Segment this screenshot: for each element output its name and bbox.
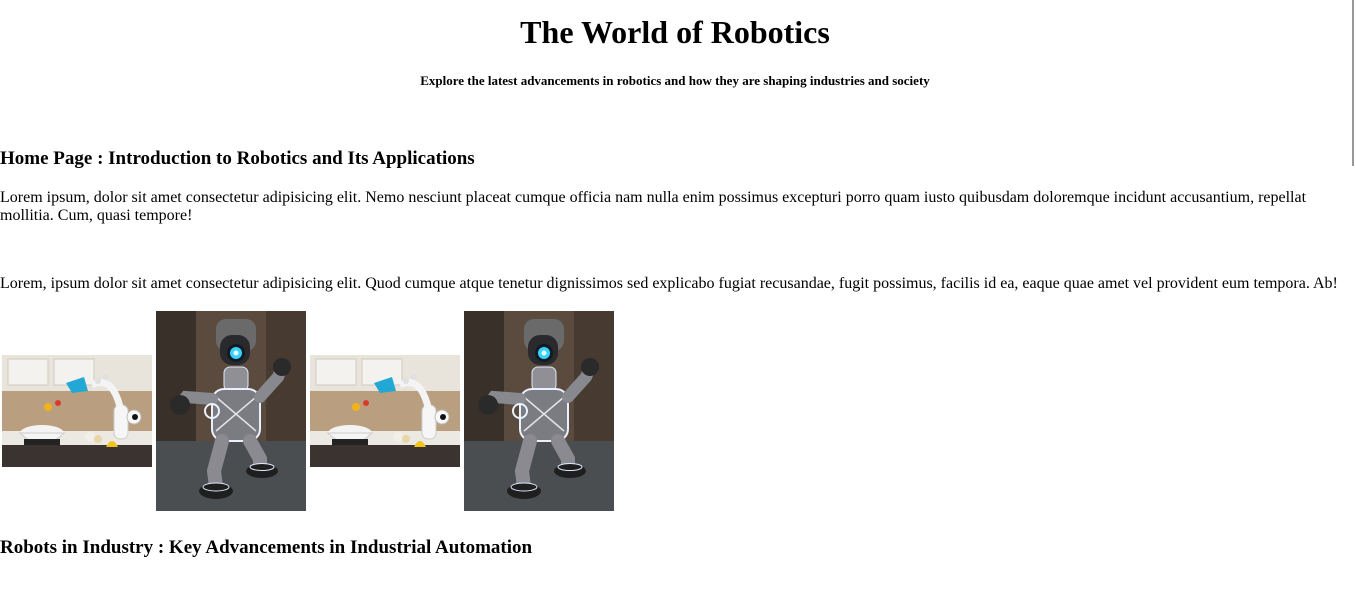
standing-robot-image: [156, 311, 306, 511]
kitchen-robot-image: [310, 355, 460, 467]
standing-robot-image: [464, 311, 614, 511]
intro-paragraph-2: Lorem, ipsum dolor sit amet consectetur …: [0, 275, 1338, 292]
vertical-scrollbar[interactable]: [1350, 0, 1356, 607]
kitchen-robot-image: [2, 355, 152, 467]
scrollbar-thumb[interactable]: [1352, 0, 1354, 166]
site-title: The World of Robotics: [520, 14, 830, 50]
intro-paragraph-1: Lorem ipsum, dolor sit amet consectetur …: [0, 189, 1307, 224]
section-heading-home: Home Page : Introduction to Robotics and…: [0, 148, 475, 169]
page: The World of Robotics Explore the latest…: [0, 0, 1350, 607]
section-heading-industry: Robots in Industry : Key Advancements in…: [0, 537, 533, 558]
site-subtitle: Explore the latest advancements in robot…: [420, 73, 930, 88]
